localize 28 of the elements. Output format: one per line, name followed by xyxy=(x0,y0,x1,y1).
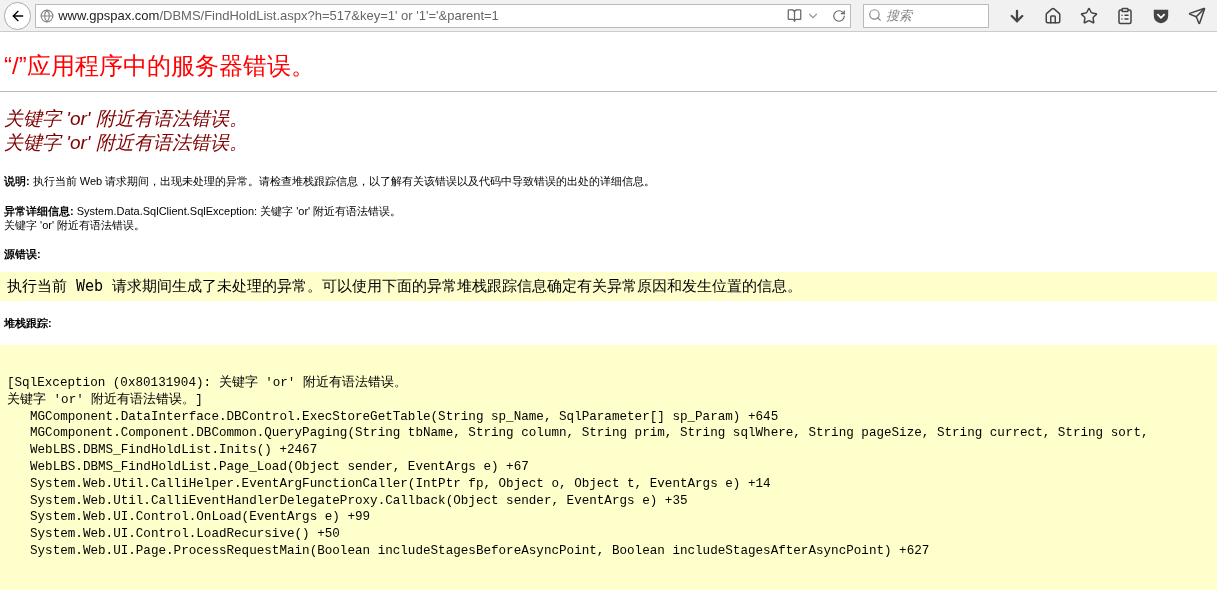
globe-icon xyxy=(40,8,55,23)
stack-frame-line: MGComponent.DataInterface.DBControl.ExecStoreGetTable(String sp_Name, SqlParameter[] sp_Param) +645 xyxy=(29,408,780,426)
reader-view-icon[interactable] xyxy=(787,8,802,23)
exception-message-line: 关键字 'or' 附近有语法错误。] xyxy=(7,391,204,409)
stack-frame-line: MGComponent.Component.DBCommon.QueryPaging(String tbName, String column, String prim, String sqlWhere, String pageSize, String currect, String sort, xyxy=(29,425,1150,443)
stack-frame-line: WebLBS.DBMS_FindHoldList.Inits() +2467 xyxy=(29,442,319,459)
stack-frame-line: System.Web.UI.Control.OnLoad(EventArgs e) +99 xyxy=(29,509,372,527)
stack-frame-line: System.Web.UI.Page.ProcessRequestMain(Boolean includeStagesBeforeAsyncPoint, Boolean includeStagesAfterAsyncPoint) +627 xyxy=(29,542,931,560)
stack-frame-line: WebLBS.DBMS_FindHoldList.Page_Load(Object sender, EventArgs e) +67 xyxy=(29,459,530,476)
stack-frame-line: System.Web.Util.CalliEventHandlerDelegateProxy.Callback(Object sender, EventArgs e) +35 xyxy=(29,492,689,510)
exception-details-text: 异常详细信息: System.Data.SqlClient.SqlException: 关键字 'or' 附近有语法错误。 xyxy=(4,203,403,218)
address-bar[interactable]: www.gpspax.com/DBMS/FindHoldList.aspx?h=517&key=1' or '1'='&parent=1 xyxy=(35,3,851,28)
search-icon xyxy=(868,8,882,23)
exception-message-line: [SqlException (0x80131904): 关键字 'or' 附近有语法错误。 xyxy=(7,375,408,392)
description-text: 说明: 执行当前 Web 请求期间，出现未处理的异常。请检查堆栈跟踪信息，以了解有关该错误以及代码中导致错误的出处的详细信息。 xyxy=(4,174,657,189)
stack-trace-label: 堆栈跟踪: xyxy=(4,315,53,331)
exception-details-text: 关键字 'or' 附近有语法错误。 xyxy=(4,217,147,232)
error-heading: 关键字 'or' 附近有语法错误。 xyxy=(4,107,249,131)
stack-frame-line: System.Web.UI.Control.LoadRecursive() +50 xyxy=(29,526,341,543)
search-field[interactable]: 搜索 xyxy=(863,3,989,28)
page-title: “/”应用程序中的服务器错误。 xyxy=(4,51,316,81)
source-error-label: 源错误: xyxy=(4,246,42,262)
stack-frame-line: System.Web.Util.CalliHelper.EventArgFunctionCaller(IntPtr fp, Object o, Object t, EventArgs e) +14 xyxy=(29,475,772,493)
reload-icon[interactable] xyxy=(832,8,846,23)
source-error-text: 执行当前 Web 请求期间生成了未处理的异常。可以使用下面的异常堆栈跟踪信息确定有关异常原因和发生位置的信息。 xyxy=(0,272,1217,301)
back-button[interactable] xyxy=(4,1,32,30)
url-text: www.gpspax.com/DBMS/FindHoldList.aspx?h=517&key=1' or '1'='&parent=1 xyxy=(58,6,499,25)
error-heading: 关键字 'or' 附近有语法错误。 xyxy=(4,131,249,155)
